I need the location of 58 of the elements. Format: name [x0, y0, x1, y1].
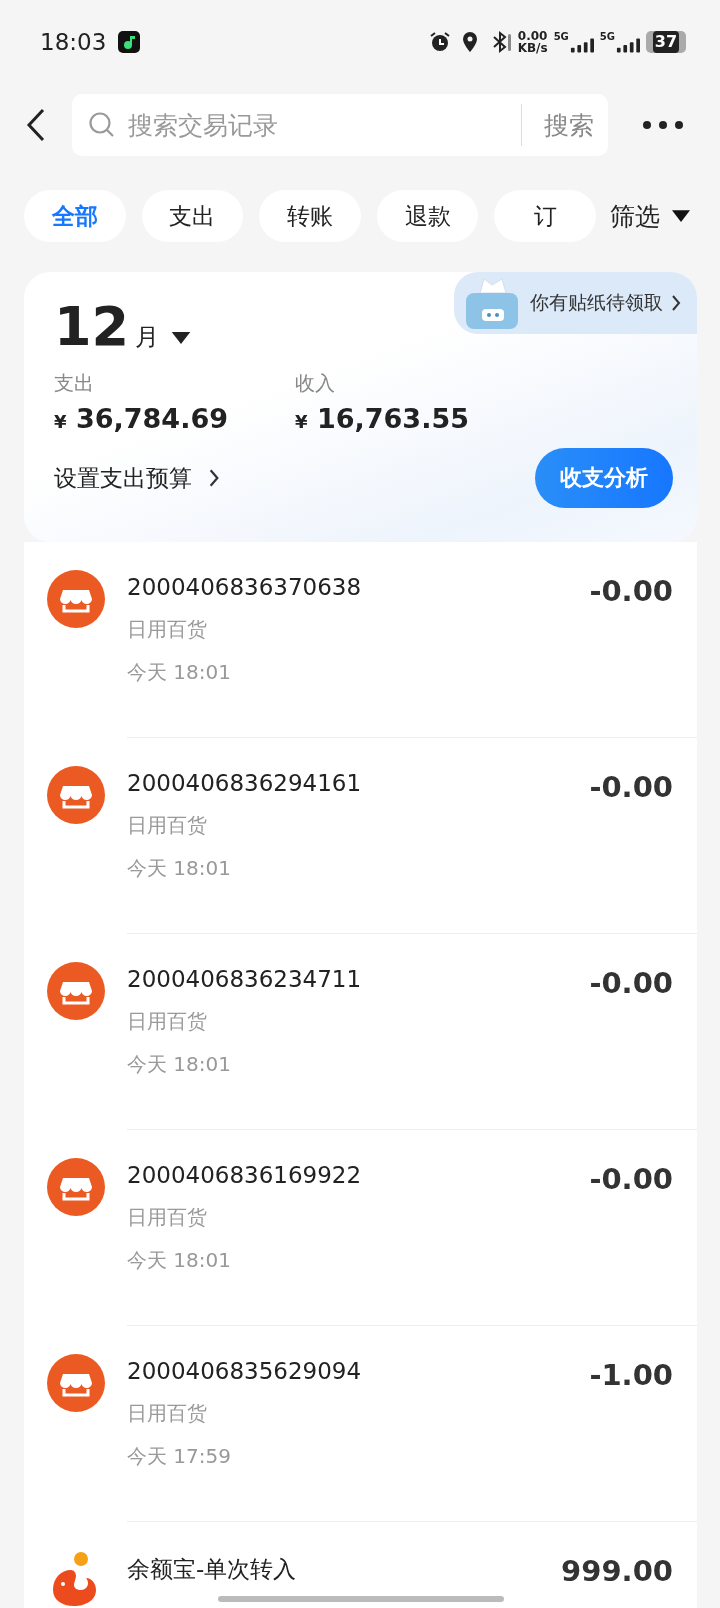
income-total: ¥ 16,763.55 [295, 403, 470, 434]
music-app-icon [118, 31, 141, 53]
filter-tab[interactable]: 支出 [141, 190, 244, 242]
signal-icon [616, 37, 640, 53]
search-field[interactable]: 搜索交易记录 搜索 [72, 94, 608, 156]
transaction-category: 日用百货 [127, 1400, 208, 1427]
network-speed-unit: KB/s [517, 42, 548, 54]
transaction-amount: -0.00 [589, 1162, 673, 1198]
shop-icon [46, 766, 105, 824]
network-type: 5G [553, 31, 569, 42]
battery-indicator: 37 [646, 31, 686, 53]
expense-total: ¥ 36,784.69 [54, 403, 229, 434]
transaction-amount: -0.00 [589, 574, 673, 610]
dropdown-arrow-icon [171, 332, 192, 345]
filter-tab[interactable]: 全部 [24, 190, 126, 242]
chevron-right-icon [208, 468, 220, 488]
month-selector[interactable]: 12 月 [54, 300, 192, 354]
network-speed: 0.00 [517, 30, 548, 42]
transaction-time: 今天 18:01 [127, 1247, 232, 1274]
more-icon[interactable] [642, 120, 684, 130]
transaction-title: 2000406835629094 [127, 1358, 362, 1384]
search-button[interactable]: 搜索 [521, 104, 594, 146]
transaction-amount: 999.00 [561, 1554, 673, 1588]
status-time: 18:03 [40, 29, 107, 55]
transaction-title: 余额宝-单次转入 [127, 1555, 297, 1584]
filter-tab[interactable]: 订 [494, 190, 596, 242]
transaction-amount: -0.00 [589, 770, 673, 806]
shop-icon [46, 1354, 105, 1412]
transaction-category: 日用百货 [127, 1008, 208, 1035]
transaction-time: 今天 18:01 [127, 1051, 232, 1078]
analysis-button[interactable]: 收支分析 [535, 448, 673, 508]
shop-icon [46, 570, 105, 628]
sticker-banner[interactable]: 你有贴纸待领取 [454, 272, 697, 334]
transaction-title: 2000406836169922 [127, 1162, 362, 1188]
filter-tab[interactable]: 退款 [376, 190, 479, 242]
transaction-amount: -0.00 [589, 966, 673, 1002]
transaction-time: 今天 18:01 [127, 855, 232, 882]
transaction-amount: -1.00 [589, 1358, 673, 1394]
signal-icon [569, 37, 594, 53]
transaction-time: 今天 18:01 [127, 659, 232, 686]
transaction-title: 2000406836370638 [127, 574, 362, 600]
transaction-category: 日用百货 [127, 616, 208, 643]
transaction-title: 2000406836294161 [127, 770, 362, 796]
chevron-right-icon [671, 294, 681, 312]
dropdown-arrow-icon [672, 209, 690, 223]
expense-label: 支出 [54, 370, 95, 397]
transaction-time: 今天 17:59 [127, 1443, 232, 1470]
transaction-category: 日用百货 [127, 812, 208, 839]
income-label: 收入 [295, 370, 336, 397]
back-icon[interactable] [26, 108, 46, 142]
shop-icon [46, 962, 105, 1020]
network-type: 5G [599, 31, 615, 42]
transaction-title: 2000406836234711 [127, 966, 362, 992]
filter-tab[interactable]: 转账 [259, 190, 361, 242]
transaction-category: 日用百货 [127, 1204, 208, 1231]
shop-icon [46, 1158, 105, 1216]
search-icon [88, 111, 116, 139]
budget-link[interactable]: 设置支出预算 [54, 462, 220, 494]
